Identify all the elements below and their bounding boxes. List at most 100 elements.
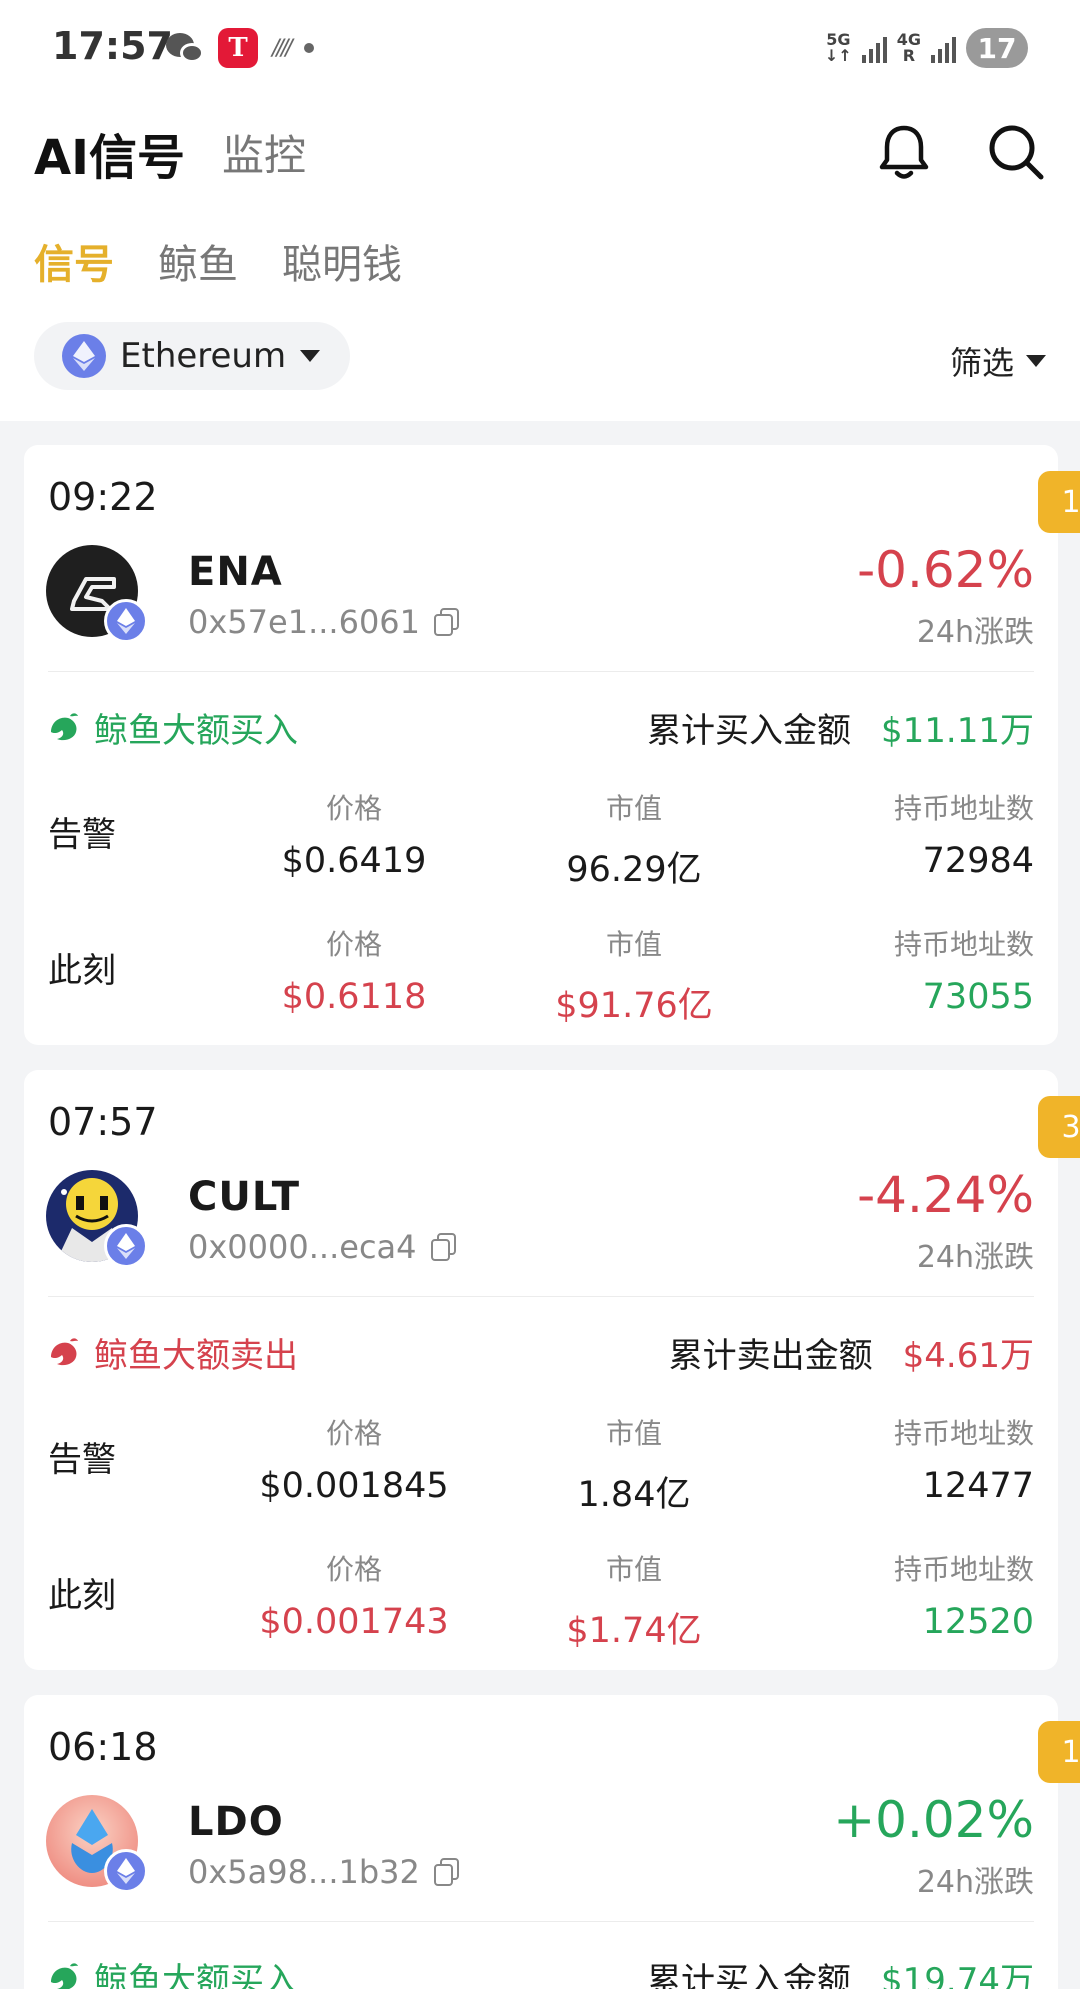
change-label: 24h涨跌 bbox=[916, 1240, 1034, 1275]
stripes-icon: //// bbox=[272, 35, 293, 61]
wechat-icon bbox=[166, 31, 204, 65]
mcap-key: 市值 bbox=[605, 928, 662, 961]
price-key: 价格 bbox=[325, 1553, 382, 1586]
signal-icon bbox=[861, 33, 887, 63]
signal-type: 鲸鱼大额卖出 bbox=[48, 1328, 298, 1377]
signal-label: 鲸鱼大额卖出 bbox=[94, 1336, 298, 1376]
mcap-value: 96.29亿 bbox=[566, 850, 702, 890]
alert-holders: 持币地址数 12477 bbox=[774, 1412, 1034, 1506]
alert-mcap: 市值 96.29亿 bbox=[484, 787, 784, 892]
holders-key: 持币地址数 bbox=[893, 928, 1034, 961]
chain-selector[interactable]: Ethereum bbox=[34, 322, 350, 390]
signal-type: 鲸鱼大额买入 bbox=[48, 1953, 298, 1989]
holders-key: 持币地址数 bbox=[893, 1553, 1034, 1586]
count-badge: 1 bbox=[1038, 1721, 1080, 1783]
status-right: 5G ↓↑ 4G R 17 bbox=[825, 28, 1028, 68]
holders-key: 持币地址数 bbox=[893, 792, 1034, 825]
whale-icon bbox=[51, 1962, 78, 1989]
network-arrows-text: ↓↑ bbox=[824, 46, 852, 65]
change-percent: +0.02% bbox=[833, 1791, 1034, 1849]
tab-signal[interactable]: 信号 bbox=[34, 232, 114, 290]
signal-time: 07:57 bbox=[48, 1100, 158, 1144]
token-symbol: CULT bbox=[188, 1174, 300, 1220]
change-label: 24h涨跌 bbox=[916, 615, 1034, 650]
total-value: $11.11万 bbox=[881, 711, 1034, 751]
chain-ethereum-icon bbox=[104, 599, 148, 643]
total-value: $19.74万 bbox=[881, 1961, 1034, 1989]
price-value: $0.001845 bbox=[259, 1466, 449, 1506]
copy-icon[interactable] bbox=[433, 1858, 460, 1886]
status-time: 17:57 bbox=[52, 24, 173, 68]
chain-ethereum-icon bbox=[104, 1849, 148, 1893]
token-address: 0x5a98...1b32 bbox=[188, 1853, 460, 1891]
now-row-label: 此刻 bbox=[48, 951, 116, 991]
price-value: $0.6419 bbox=[281, 841, 427, 881]
address-text: 0x0000...eca4 bbox=[188, 1228, 417, 1266]
change-label: 24h涨跌 bbox=[916, 1865, 1034, 1900]
more-dot-icon bbox=[303, 43, 314, 53]
mcap-key: 市值 bbox=[605, 1417, 662, 1450]
holders-value: 73055 bbox=[922, 977, 1034, 1017]
network-4g-label: 4G R bbox=[897, 32, 921, 64]
tab-smart-money[interactable]: 聪明钱 bbox=[282, 232, 402, 290]
caret-down-icon bbox=[300, 350, 321, 362]
now-holders: 持币地址数 73055 bbox=[774, 923, 1034, 1017]
alert-price: 价格 $0.6419 bbox=[204, 787, 504, 881]
signal-label: 鲸鱼大额买入 bbox=[94, 711, 298, 751]
mcap-value: $1.74亿 bbox=[566, 1611, 702, 1651]
price-key: 价格 bbox=[325, 1417, 382, 1450]
signal-type: 鲸鱼大额买入 bbox=[48, 703, 298, 752]
alert-row-label: 告警 bbox=[48, 815, 116, 855]
holders-value: 12520 bbox=[922, 1602, 1034, 1642]
change-percent: -4.24% bbox=[857, 1166, 1034, 1224]
search-icon[interactable] bbox=[986, 122, 1046, 182]
filter-button[interactable]: 筛选 bbox=[950, 338, 1046, 384]
signal-card[interactable]: 3 07:57 CULT 0x0000...eca4 -4.24% 24h涨跌 … bbox=[24, 1070, 1080, 1670]
copy-icon[interactable] bbox=[434, 608, 460, 636]
mcap-key: 市值 bbox=[605, 792, 662, 825]
battery-icon: 17 bbox=[966, 28, 1028, 68]
count-badge: 1 bbox=[1038, 471, 1080, 533]
subtabs: 信号 鲸鱼 聪明钱 bbox=[34, 232, 402, 290]
tesla-icon: T bbox=[218, 28, 258, 68]
ethereum-icon bbox=[62, 334, 106, 378]
holders-key: 持币地址数 bbox=[893, 1417, 1034, 1450]
tab-monitor[interactable]: 监控 bbox=[222, 122, 306, 183]
mcap-key: 市值 bbox=[605, 1553, 662, 1586]
count-badge: 3 bbox=[1038, 1096, 1080, 1158]
total-label: 累计买入金额 bbox=[647, 1961, 852, 1989]
holders-value: 12477 bbox=[922, 1466, 1034, 1506]
whale-icon bbox=[51, 1337, 78, 1365]
total-value: $4.61万 bbox=[902, 1336, 1034, 1376]
holders-value: 72984 bbox=[922, 841, 1034, 881]
page-title[interactable]: AI信号 bbox=[34, 118, 185, 188]
network-5g-label: 5G ↓↑ bbox=[825, 32, 852, 64]
signal-icon-2 bbox=[931, 33, 956, 63]
tab-whale[interactable]: 鲸鱼 bbox=[158, 232, 238, 290]
alert-holders: 持币地址数 72984 bbox=[774, 787, 1034, 881]
status-bar: 17:57 T //// 5G ↓↑ 4G R 17 bbox=[0, 0, 1080, 100]
address-text: 0x5a98...1b32 bbox=[188, 1853, 420, 1891]
signal-time: 09:22 bbox=[48, 475, 158, 519]
top-area: 17:57 T //// 5G ↓↑ 4G R 17 AI信号 监控 信号 鲸鱼… bbox=[0, 0, 1080, 421]
token-address: 0x0000...eca4 bbox=[188, 1228, 457, 1266]
signal-card[interactable]: 1 09:22 ENA 0x57e1...6061 -0.62% 24h涨跌 鲸… bbox=[24, 445, 1080, 1045]
now-mcap: 市值 $91.76亿 bbox=[484, 923, 784, 1028]
bell-icon[interactable] bbox=[876, 122, 932, 182]
chain-ethereum-icon bbox=[104, 1224, 148, 1268]
now-row-label: 此刻 bbox=[48, 1576, 116, 1616]
price-key: 价格 bbox=[325, 792, 382, 825]
chain-label: Ethereum bbox=[120, 336, 287, 376]
alert-row-label: 告警 bbox=[48, 1440, 116, 1480]
roaming-text: R bbox=[902, 46, 916, 65]
total-label: 累计买入金额 bbox=[647, 711, 852, 751]
token-symbol: ENA bbox=[188, 549, 283, 595]
price-value: $0.6118 bbox=[281, 977, 427, 1017]
mcap-value: 1.84亿 bbox=[577, 1475, 691, 1515]
copy-icon[interactable] bbox=[430, 1233, 457, 1261]
total-amount: 累计买入金额 $11.11万 bbox=[647, 703, 1034, 752]
token-address: 0x57e1...6061 bbox=[188, 603, 460, 641]
total-amount: 累计买入金额 $19.74万 bbox=[647, 1953, 1034, 1989]
signal-card[interactable]: 1 06:18 LDO 0x5a98...1b32 +0.02% 24h涨跌 鲸… bbox=[24, 1695, 1080, 1989]
filter-label: 筛选 bbox=[949, 344, 1014, 382]
